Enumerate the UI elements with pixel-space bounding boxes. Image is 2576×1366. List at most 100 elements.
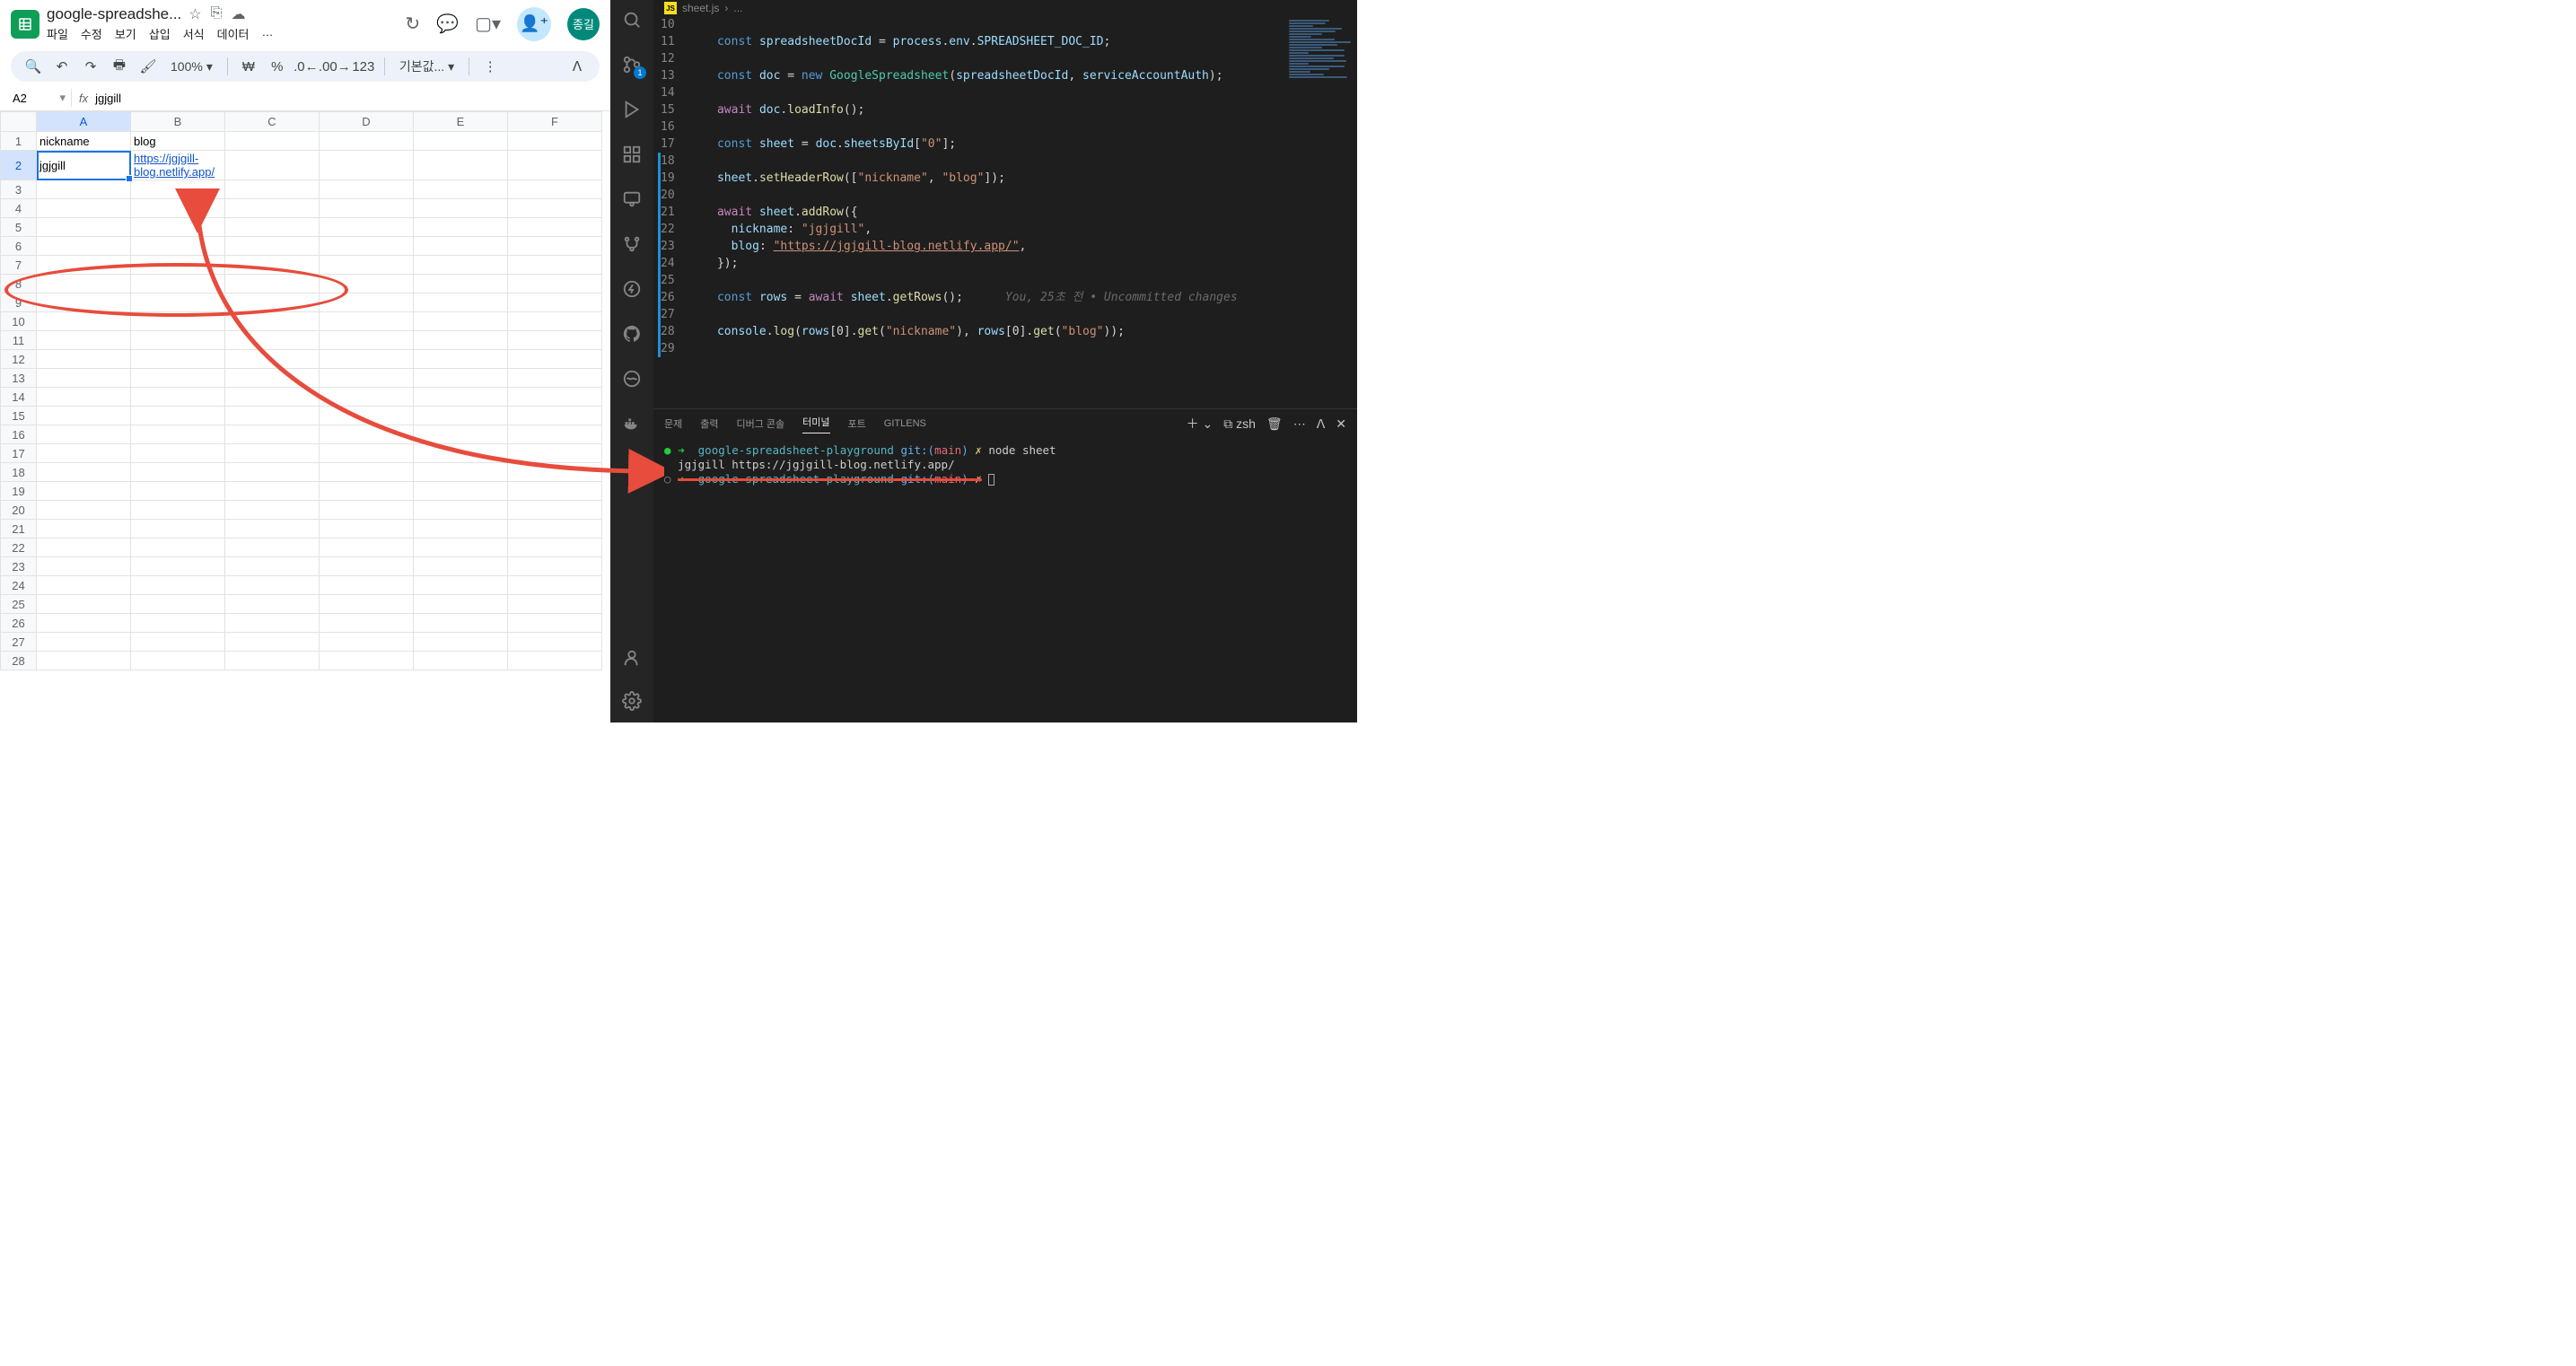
menu-item[interactable]: …: [262, 25, 274, 42]
row-header[interactable]: 20: [1, 501, 37, 520]
cell[interactable]: [414, 275, 508, 293]
minimap[interactable]: [1285, 16, 1357, 408]
cell[interactable]: [414, 576, 508, 595]
cell[interactable]: [320, 520, 414, 539]
cell[interactable]: [131, 539, 225, 557]
terminal-shell-icon[interactable]: ⧉ zsh: [1223, 416, 1256, 432]
cell[interactable]: [508, 369, 602, 388]
paint-format-icon[interactable]: 🖌: [136, 55, 160, 78]
column-header[interactable]: D: [320, 112, 414, 132]
cell[interactable]: [414, 557, 508, 576]
cell[interactable]: [37, 539, 131, 557]
cell[interactable]: [320, 595, 414, 614]
git-graph-icon[interactable]: [619, 232, 644, 257]
cell[interactable]: [37, 199, 131, 218]
menu-item[interactable]: 삽입: [149, 25, 171, 42]
cell[interactable]: [225, 576, 320, 595]
row-header[interactable]: 21: [1, 520, 37, 539]
cell[interactable]: [320, 539, 414, 557]
account-icon[interactable]: [619, 645, 644, 670]
cell[interactable]: [508, 463, 602, 482]
cell[interactable]: [225, 557, 320, 576]
cell[interactable]: [414, 180, 508, 199]
row-header[interactable]: 27: [1, 633, 37, 652]
cell[interactable]: [320, 237, 414, 256]
panel-tab[interactable]: 포트: [848, 416, 866, 431]
column-header[interactable]: B: [131, 112, 225, 132]
row-header[interactable]: 4: [1, 199, 37, 218]
cell[interactable]: [414, 463, 508, 482]
cell[interactable]: [225, 501, 320, 520]
more-formats-icon[interactable]: 123: [352, 55, 375, 78]
cell[interactable]: [414, 199, 508, 218]
cell[interactable]: [225, 237, 320, 256]
cell[interactable]: [225, 151, 320, 180]
row-header[interactable]: 5: [1, 218, 37, 237]
cell[interactable]: [414, 132, 508, 151]
cell[interactable]: [131, 633, 225, 652]
cell[interactable]: [320, 388, 414, 407]
cell[interactable]: [320, 199, 414, 218]
cell[interactable]: [225, 633, 320, 652]
cloud-icon[interactable]: ☁: [231, 5, 245, 23]
cell[interactable]: nickname: [37, 132, 131, 151]
cell[interactable]: [320, 633, 414, 652]
column-header[interactable]: C: [225, 112, 320, 132]
cell[interactable]: [37, 425, 131, 444]
cell[interactable]: [320, 180, 414, 199]
cell[interactable]: [508, 256, 602, 275]
cell[interactable]: [225, 331, 320, 350]
settings-icon[interactable]: [619, 688, 644, 714]
history-icon[interactable]: ↻: [405, 13, 420, 35]
cell[interactable]: [225, 652, 320, 670]
cell[interactable]: [37, 275, 131, 293]
row-header[interactable]: 24: [1, 576, 37, 595]
cell[interactable]: [508, 180, 602, 199]
remote-icon[interactable]: [619, 187, 644, 212]
panel-tab[interactable]: GITLENS: [884, 418, 926, 429]
cell[interactable]: blog: [131, 132, 225, 151]
cell[interactable]: [508, 275, 602, 293]
cell[interactable]: [320, 482, 414, 501]
cell[interactable]: [320, 256, 414, 275]
cell[interactable]: [508, 444, 602, 463]
cell[interactable]: [508, 425, 602, 444]
cell[interactable]: [37, 652, 131, 670]
terminal[interactable]: ● ➜ google-spreadsheet-playground git:(m…: [653, 438, 1357, 722]
cell[interactable]: [225, 520, 320, 539]
cell[interactable]: [37, 463, 131, 482]
cell[interactable]: [320, 293, 414, 312]
cell[interactable]: [225, 482, 320, 501]
row-header[interactable]: 17: [1, 444, 37, 463]
cell[interactable]: [508, 199, 602, 218]
cell[interactable]: [320, 350, 414, 369]
cell[interactable]: [131, 463, 225, 482]
cell[interactable]: [508, 539, 602, 557]
docker-icon[interactable]: [619, 411, 644, 436]
cell[interactable]: [508, 614, 602, 633]
percent-icon[interactable]: %: [266, 55, 289, 78]
cell[interactable]: [131, 482, 225, 501]
panel-tab[interactable]: 문제: [664, 416, 682, 431]
cell[interactable]: [414, 293, 508, 312]
maximize-panel-icon[interactable]: ᐱ: [1317, 416, 1326, 432]
move-icon[interactable]: ⎘: [211, 5, 223, 23]
row-header[interactable]: 15: [1, 407, 37, 425]
row-header[interactable]: 9: [1, 293, 37, 312]
cell[interactable]: [508, 388, 602, 407]
cell[interactable]: [508, 218, 602, 237]
cell[interactable]: [37, 388, 131, 407]
cell[interactable]: [414, 312, 508, 331]
panel-tab[interactable]: 터미널: [802, 415, 829, 433]
spreadsheet-grid[interactable]: ABCDEF1nicknameblog2jgjgillhttps://jgjgi…: [0, 111, 610, 722]
cell[interactable]: [414, 256, 508, 275]
panel-tab[interactable]: 디버그 콘솔: [737, 416, 785, 431]
cell[interactable]: [414, 388, 508, 407]
panel-tab[interactable]: 출력: [700, 416, 718, 431]
cell[interactable]: [37, 237, 131, 256]
cell[interactable]: [414, 520, 508, 539]
row-header[interactable]: 8: [1, 275, 37, 293]
cell[interactable]: [37, 369, 131, 388]
cell[interactable]: [320, 463, 414, 482]
cell[interactable]: [414, 237, 508, 256]
